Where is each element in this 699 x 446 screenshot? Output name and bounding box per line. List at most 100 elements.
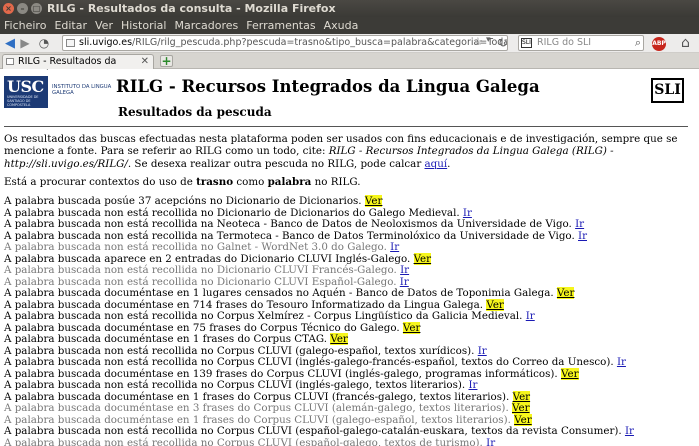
home-icon[interactable]: ⌂ bbox=[681, 35, 690, 51]
usc-logo[interactable]: USC UNIVERSIDADE DE SANTIAGO DE COMPOSTE… bbox=[4, 76, 112, 108]
search-word: trasno bbox=[196, 176, 234, 188]
result-text: A palabra buscada non está recollida no … bbox=[4, 379, 466, 391]
result-go-link[interactable]: Ir bbox=[578, 230, 587, 242]
result-go-link[interactable]: Ir bbox=[468, 379, 477, 391]
menu-ferramentas[interactable]: Ferramentas bbox=[242, 17, 319, 34]
institute-name: INSTITUTO DA LINGUA GALEGA bbox=[52, 84, 112, 96]
result-view-link[interactable]: Ver bbox=[512, 390, 531, 403]
window-controls: × – □ bbox=[3, 3, 42, 14]
page-content: USC UNIVERSIDADE DE SANTIAGO DE COMPOSTE… bbox=[0, 70, 699, 446]
result-text: A palabra buscada non está recollida no … bbox=[4, 241, 387, 253]
result-text: A palabra buscada non está recollida no … bbox=[4, 206, 460, 219]
result-go-link[interactable]: Ir bbox=[486, 437, 495, 446]
url-dropdown-icon[interactable]: ▾ bbox=[486, 35, 491, 45]
minimize-window-icon[interactable]: – bbox=[17, 3, 28, 14]
new-tab-button[interactable]: + bbox=[160, 55, 173, 67]
result-text: A palabra buscada documéntase en 139 fra… bbox=[4, 367, 558, 380]
tab-favicon-icon bbox=[6, 58, 14, 65]
result-view-link[interactable]: Ver bbox=[402, 321, 421, 334]
search-prefix: Está a procurar contextos do uso de bbox=[4, 176, 197, 188]
result-view-link[interactable]: Ver bbox=[556, 287, 575, 299]
history-icon[interactable]: ◔ bbox=[37, 36, 51, 51]
result-text: A palabra buscada non está recollida no … bbox=[4, 310, 523, 322]
menu-axuda[interactable]: Axuda bbox=[320, 17, 363, 34]
result-text: A palabra buscada non está recollida no … bbox=[4, 425, 622, 437]
intro-text-3: . bbox=[447, 157, 451, 170]
result-line: A palabra buscada non está recollida no … bbox=[4, 436, 694, 446]
menu-ver[interactable]: Ver bbox=[91, 17, 117, 34]
result-text: A palabra buscada non está recollida na … bbox=[4, 229, 575, 242]
result-text: A palabra buscada non está recollida no … bbox=[4, 275, 397, 288]
page-subtitle: Resultados da pescuda bbox=[118, 105, 272, 119]
result-text: A palabra buscada documéntase en 75 fras… bbox=[4, 321, 400, 334]
result-go-link[interactable]: Ir bbox=[617, 356, 626, 368]
result-view-link[interactable]: Ver bbox=[413, 252, 432, 265]
menu-historial[interactable]: Historial bbox=[117, 17, 170, 34]
result-text: A palabra buscada documéntase en 1 frase… bbox=[4, 413, 511, 426]
result-go-link[interactable]: Ir bbox=[526, 310, 535, 322]
result-text: A palabra buscada documéntase en 1 frase… bbox=[4, 333, 328, 345]
search-placeholder: RILG do SLI bbox=[537, 37, 592, 48]
tab-rilg[interactable]: RILG - Resultados da consulta ✕ bbox=[2, 54, 154, 80]
result-text: A palabra buscada non está recollida no … bbox=[4, 344, 475, 357]
page-title: RILG - Recursos Integrados da Lingua Gal… bbox=[116, 77, 540, 96]
header-divider bbox=[4, 126, 688, 127]
search-summary: Está a procurar contextos do uso de tras… bbox=[4, 176, 361, 188]
maximize-window-icon[interactable]: □ bbox=[31, 3, 42, 14]
usc-university-name: UNIVERSIDADE DE SANTIAGO DE COMPOSTELA bbox=[7, 95, 39, 107]
result-go-link[interactable]: Ir bbox=[400, 276, 409, 288]
result-view-link[interactable]: Ver bbox=[486, 298, 504, 311]
search-input[interactable]: SLI RILG do SLI ⌕ bbox=[518, 35, 644, 51]
menu-bar: Ficheiro Editar Ver Historial Marcadores… bbox=[0, 17, 699, 34]
menu-ficheiro[interactable]: Ficheiro bbox=[0, 17, 50, 34]
result-go-link[interactable]: Ir bbox=[400, 264, 409, 276]
result-view-link[interactable]: Ver bbox=[514, 413, 532, 426]
window-titlebar: × – □ RILG - Resultados da consulta - Mo… bbox=[0, 0, 699, 17]
url-domain: sli.uvigo.es bbox=[79, 37, 133, 48]
result-text: A palabra buscada documéntase en 3 frase… bbox=[4, 402, 509, 414]
adblock-icon[interactable]: ABP bbox=[652, 37, 666, 51]
result-go-link[interactable]: Ir bbox=[575, 218, 584, 230]
result-text: A palabra buscada non está recollida na … bbox=[4, 218, 572, 230]
url-bar[interactable]: sli.uvigo.es/RILG/rilg_pescuda.php?pescu… bbox=[62, 35, 508, 51]
menu-marcadores[interactable]: Marcadores bbox=[170, 17, 242, 34]
search-type: palabra bbox=[267, 176, 312, 188]
result-view-link[interactable]: Ver bbox=[364, 195, 383, 207]
url-path: /RILG/rilg_pescuda.php?pescuda=trasno&ti… bbox=[132, 37, 507, 48]
back-arrow-icon[interactable]: ◀ bbox=[3, 36, 17, 51]
result-text: A palabra buscada documéntase en 1 lugar… bbox=[4, 287, 554, 299]
result-text: A palabra buscada documéntase en 714 fra… bbox=[4, 298, 484, 311]
intro-text-2: . Se desexa realizar outra pescuda no RI… bbox=[127, 157, 425, 170]
result-text: A palabra buscada non está recollida no … bbox=[4, 356, 614, 368]
sli-logo[interactable]: SLI bbox=[651, 78, 684, 103]
menu-editar[interactable]: Editar bbox=[50, 17, 91, 34]
result-text: A palabra buscada non está recollida no … bbox=[4, 436, 483, 446]
search-engine-icon[interactable]: SLI bbox=[521, 38, 532, 48]
usc-mark: USC UNIVERSIDADE DE SANTIAGO DE COMPOSTE… bbox=[4, 76, 48, 108]
window-title: RILG - Resultados da consulta - Mozilla … bbox=[47, 2, 336, 15]
result-view-link[interactable]: Ver bbox=[512, 402, 530, 414]
close-window-icon[interactable]: × bbox=[3, 3, 14, 14]
tab-close-icon[interactable]: ✕ bbox=[141, 55, 149, 68]
result-view-link[interactable]: Ver bbox=[330, 333, 348, 345]
result-view-link[interactable]: Ver bbox=[560, 367, 579, 380]
forward-arrow-icon[interactable]: ▶ bbox=[19, 36, 31, 51]
new-search-link[interactable]: aquí bbox=[425, 158, 448, 170]
result-go-link[interactable]: Ir bbox=[463, 207, 472, 219]
result-go-link[interactable]: Ir bbox=[478, 345, 487, 357]
search-icon[interactable]: ⌕ bbox=[635, 36, 641, 50]
result-text: A palabra buscada posúe 37 acepcións no … bbox=[4, 195, 362, 207]
usc-letters: USC bbox=[7, 77, 44, 96]
search-suffix: no RILG. bbox=[311, 176, 361, 188]
navigation-toolbar: ◀ ▶ ◔ sli.uvigo.es/RILG/rilg_pescuda.php… bbox=[0, 34, 699, 53]
intro-paragraph: Os resultados das buscas efectuadas nest… bbox=[4, 133, 690, 170]
results-list: A palabra buscada posúe 37 acepcións no … bbox=[4, 195, 694, 446]
result-text: A palabra buscada aparece en 2 entradas … bbox=[4, 252, 411, 265]
result-go-link[interactable]: Ir bbox=[390, 241, 399, 253]
result-text: A palabra buscada non está recollida no … bbox=[4, 264, 397, 276]
result-text: A palabra buscada documéntase en 1 frase… bbox=[4, 390, 510, 403]
reload-icon[interactable]: ↻ bbox=[498, 36, 508, 50]
result-go-link[interactable]: Ir bbox=[625, 425, 634, 437]
site-identity-icon[interactable] bbox=[66, 39, 75, 47]
bookmark-star-icon[interactable]: ☆ bbox=[473, 35, 483, 48]
